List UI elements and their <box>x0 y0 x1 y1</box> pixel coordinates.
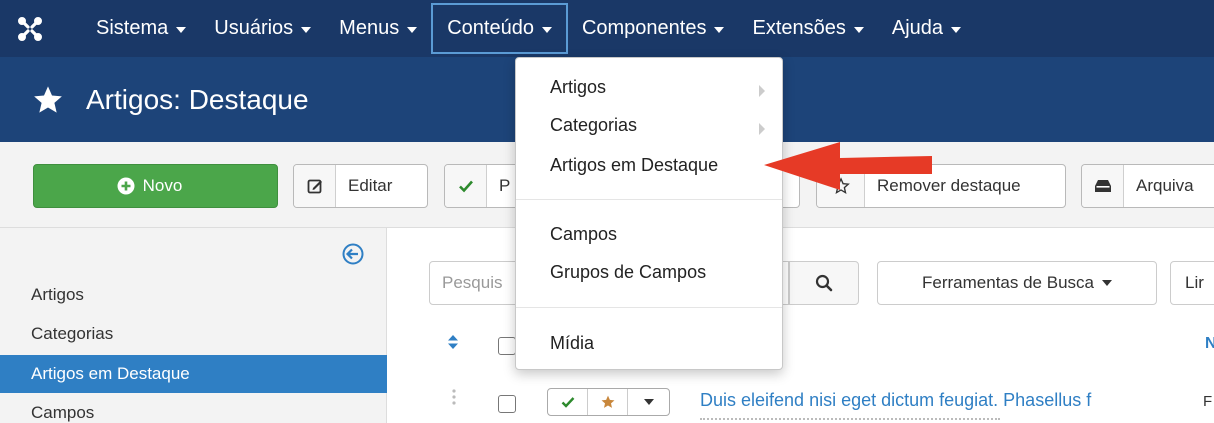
caret-down-icon <box>1101 280 1112 286</box>
new-button[interactable]: Novo <box>33 164 278 208</box>
sidebar-item-categorias[interactable]: Categorias <box>0 315 387 353</box>
caret-down-icon <box>407 26 418 33</box>
column-header[interactable]: N <box>1205 335 1214 353</box>
sidebar-item-artigos[interactable]: Artigos <box>0 276 387 314</box>
collapse-sidebar-icon[interactable] <box>342 243 364 265</box>
sidebar-item-label: Categorias <box>31 324 114 343</box>
caret-down-icon <box>301 26 312 33</box>
sort-icon[interactable] <box>447 334 459 350</box>
caret-down-icon <box>853 26 864 33</box>
dropdown-item-artigos-em-destaque[interactable]: Artigos em Destaque <box>550 155 718 176</box>
clear-button-partial[interactable]: Lir <box>1170 261 1214 305</box>
row-checkbox[interactable] <box>498 395 516 413</box>
sidebar-item-label: Campos <box>31 403 95 422</box>
dropdown-item-artigos[interactable]: Artigos <box>550 77 606 98</box>
star-icon <box>34 85 62 113</box>
nav-menu-ajuda[interactable]: Ajuda <box>878 0 975 57</box>
sidebar-item-campos[interactable]: Campos <box>0 394 387 423</box>
nav-menu-label: Usuários <box>214 17 294 39</box>
row-subtext <box>700 418 1000 423</box>
status-button-group <box>547 388 670 416</box>
nav-menu-label: Conteúdo <box>447 17 534 39</box>
conteudo-dropdown-menu: Artigos Categorias Artigos em Destaque C… <box>515 57 783 370</box>
archive-icon <box>1082 165 1124 207</box>
joomla-logo-icon[interactable] <box>0 0 60 57</box>
nav-menu-label: Menus <box>339 17 400 39</box>
published-check-icon[interactable] <box>548 389 588 415</box>
nav-menu-sistema[interactable]: Sistema <box>60 0 200 57</box>
nav-menu-componentes[interactable]: Componentes <box>568 0 739 57</box>
caret-down-icon <box>951 26 962 33</box>
search-placeholder: Pesquis <box>442 273 503 292</box>
dropdown-divider <box>516 307 782 308</box>
edit-button-label: Editar <box>348 176 393 195</box>
new-button-label: Novo <box>142 176 183 195</box>
nav-menu-conteudo[interactable]: Conteúdo <box>431 3 568 54</box>
search-icon <box>815 274 833 292</box>
clear-button-label: Lir <box>1185 273 1204 292</box>
submenu-arrow-icon <box>759 85 765 97</box>
nav-menu-extensoes[interactable]: Extensões <box>738 0 877 57</box>
nav-menu-label: Componentes <box>581 17 707 39</box>
publish-button[interactable]: P <box>444 164 524 208</box>
select-all-checkbox[interactable] <box>498 337 516 355</box>
dropdown-item-categorias[interactable]: Categorias <box>550 115 637 136</box>
sidebar-item-artigos-em-destaque[interactable]: Artigos em Destaque <box>0 355 387 393</box>
top-navbar: Sistema Usuários Menus Conteúdo Componen… <box>0 0 1214 57</box>
page-title: Artigos: Destaque <box>86 83 309 115</box>
nav-menu-label: Ajuda <box>891 17 944 39</box>
search-button[interactable] <box>789 261 859 305</box>
caret-down-icon <box>714 26 725 33</box>
sidebar-item-label: Artigos <box>31 285 84 304</box>
dropdown-item-campos[interactable]: Campos <box>550 224 617 245</box>
caret-down-icon <box>176 26 187 33</box>
nav-menu-label: Sistema <box>96 17 169 39</box>
plus-circle-icon <box>117 177 135 195</box>
drag-handle-icon[interactable] <box>451 388 457 410</box>
annotation-arrow <box>764 142 932 190</box>
featured-star-icon[interactable] <box>588 389 628 415</box>
archive-button[interactable]: Arquiva <box>1081 164 1214 208</box>
nav-menu-menus[interactable]: Menus <box>325 0 431 57</box>
search-tools-button[interactable]: Ferramentas de Busca <box>877 261 1157 305</box>
article-title-link[interactable]: Duis eleifend nisi eget dictum feugiat. … <box>700 390 1091 411</box>
actions-caret-icon[interactable] <box>628 389 669 415</box>
dropdown-divider <box>516 199 782 200</box>
dropdown-item-grupos-de-campos[interactable]: Grupos de Campos <box>550 262 706 283</box>
edit-button[interactable]: Editar <box>293 164 428 208</box>
search-tools-label: Ferramentas de Busca <box>922 273 1094 292</box>
edit-icon <box>294 165 336 207</box>
caret-down-icon <box>541 26 552 33</box>
sidebar-item-label: Artigos em Destaque <box>31 364 190 383</box>
nav-menu-label: Extensões <box>752 17 846 39</box>
dropdown-item-midia[interactable]: Mídia <box>550 333 594 354</box>
archive-button-label: Arquiva <box>1136 176 1194 195</box>
nav-menu-usuarios[interactable]: Usuários <box>200 0 325 57</box>
row-cell: F <box>1203 393 1213 410</box>
check-icon <box>445 165 487 207</box>
